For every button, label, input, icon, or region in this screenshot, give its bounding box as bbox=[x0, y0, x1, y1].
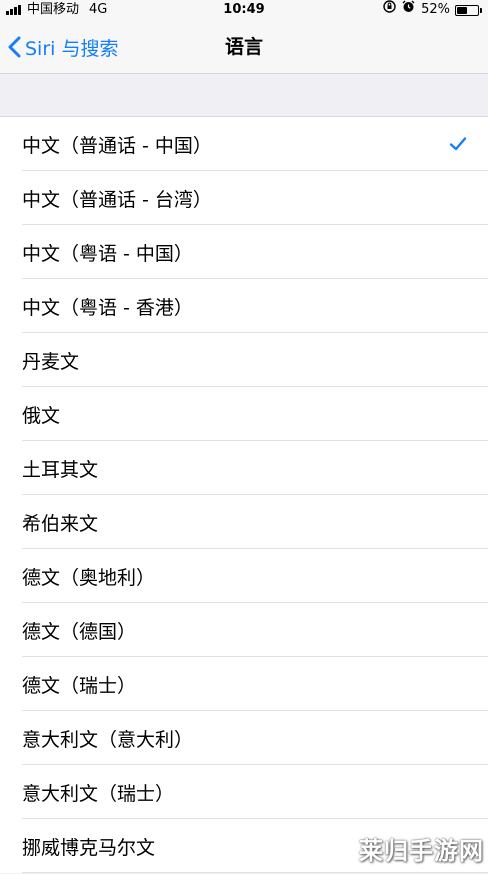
status-right: 52% bbox=[383, 0, 482, 20]
language-label: 中文（粤语 - 香港） bbox=[22, 296, 193, 319]
alarm-icon bbox=[402, 0, 415, 20]
language-row[interactable]: 俄文 bbox=[0, 387, 488, 441]
chevron-left-icon bbox=[8, 36, 21, 58]
back-button[interactable]: Siri 与搜索 bbox=[8, 20, 118, 74]
language-row[interactable]: 丹麦文 bbox=[0, 333, 488, 387]
language-label: 希伯来文 bbox=[22, 512, 99, 535]
language-row[interactable]: 希伯来文 bbox=[0, 495, 488, 549]
language-label: 俄文 bbox=[22, 404, 61, 427]
language-row[interactable]: 德文（瑞士） bbox=[0, 657, 488, 711]
back-button-label: Siri 与搜索 bbox=[25, 37, 119, 60]
language-row[interactable]: 德文（奥地利） bbox=[0, 549, 488, 603]
language-label: 意大利文（瑞士） bbox=[22, 782, 175, 805]
language-row[interactable]: 中文（普通话 - 中国） bbox=[0, 117, 488, 171]
battery-fill bbox=[457, 6, 468, 14]
language-label: 挪威博克马尔文 bbox=[22, 836, 156, 859]
language-row[interactable]: 中文（粤语 - 中国） bbox=[0, 225, 488, 279]
language-row[interactable]: 中文（普通话 - 台湾） bbox=[0, 171, 488, 225]
status-bar: 中国移动 4G 10:49 52% bbox=[0, 0, 488, 20]
language-label: 德文（德国） bbox=[22, 620, 137, 643]
language-label: 意大利文（意大利） bbox=[22, 728, 194, 751]
rotation-lock-icon bbox=[383, 0, 396, 20]
language-row[interactable]: 意大利文（瑞士） bbox=[0, 765, 488, 819]
language-row[interactable]: 中文（粤语 - 香港） bbox=[0, 279, 488, 333]
language-label: 中文（普通话 - 中国） bbox=[22, 134, 212, 157]
language-row[interactable]: 德文（德国） bbox=[0, 603, 488, 657]
language-row[interactable]: 意大利文（意大利） bbox=[0, 711, 488, 765]
language-label: 土耳其文 bbox=[22, 458, 99, 481]
checkmark-icon bbox=[449, 137, 467, 151]
language-label: 德文（奥地利） bbox=[22, 566, 156, 589]
language-row[interactable]: 土耳其文 bbox=[0, 441, 488, 495]
battery-percent: 52% bbox=[421, 2, 450, 17]
language-list: 中文（普通话 - 中国） 中文（普通话 - 台湾） 中文（粤语 - 中国） 中文（粤语… bbox=[0, 116, 488, 873]
language-label: 中文（普通话 - 台湾） bbox=[22, 188, 212, 211]
language-label: 中文（粤语 - 中国） bbox=[22, 242, 193, 265]
navigation-bar: Siri 与搜索 语言 bbox=[0, 20, 488, 74]
language-label: 德文（瑞士） bbox=[22, 674, 137, 697]
watermark: 莱归手游网 bbox=[359, 837, 484, 865]
battery-icon bbox=[455, 4, 482, 16]
language-label: 丹麦文 bbox=[22, 350, 80, 373]
